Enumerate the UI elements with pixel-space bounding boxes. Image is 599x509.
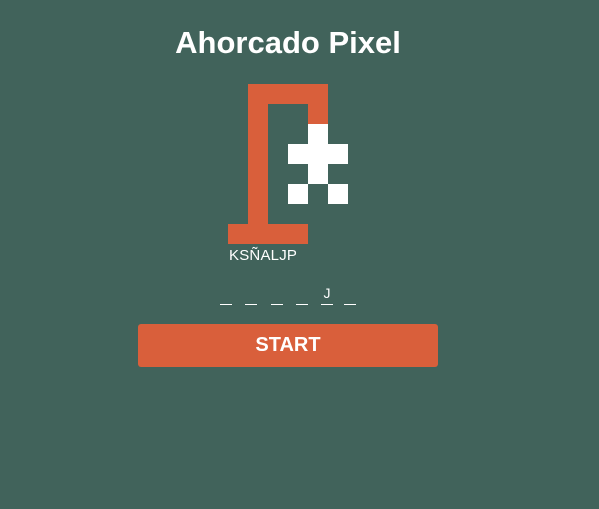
figure-waist: [308, 164, 328, 184]
letter-slot: [344, 284, 356, 305]
gallows-beam: [248, 84, 328, 104]
start-button[interactable]: START: [138, 324, 438, 367]
figure-body: [308, 144, 328, 164]
figure-right-arm: [328, 144, 348, 164]
word-display: J: [218, 284, 368, 306]
used-letters: KSÑALJP: [229, 247, 298, 264]
gallows-rope: [308, 104, 328, 124]
letter-slot: J: [321, 284, 333, 305]
letter-slot: [245, 284, 257, 305]
letter-slot: [271, 284, 283, 305]
hangman-drawing: [228, 84, 348, 244]
gallows-base: [228, 224, 308, 244]
letter-slot: [296, 284, 308, 305]
letter-slot: [220, 284, 232, 305]
figure-right-leg: [328, 184, 348, 204]
figure-left-leg: [288, 184, 308, 204]
gallows-post: [248, 84, 268, 224]
figure-left-arm: [288, 144, 308, 164]
hangman-figure: [288, 124, 348, 204]
figure-head: [308, 124, 328, 144]
